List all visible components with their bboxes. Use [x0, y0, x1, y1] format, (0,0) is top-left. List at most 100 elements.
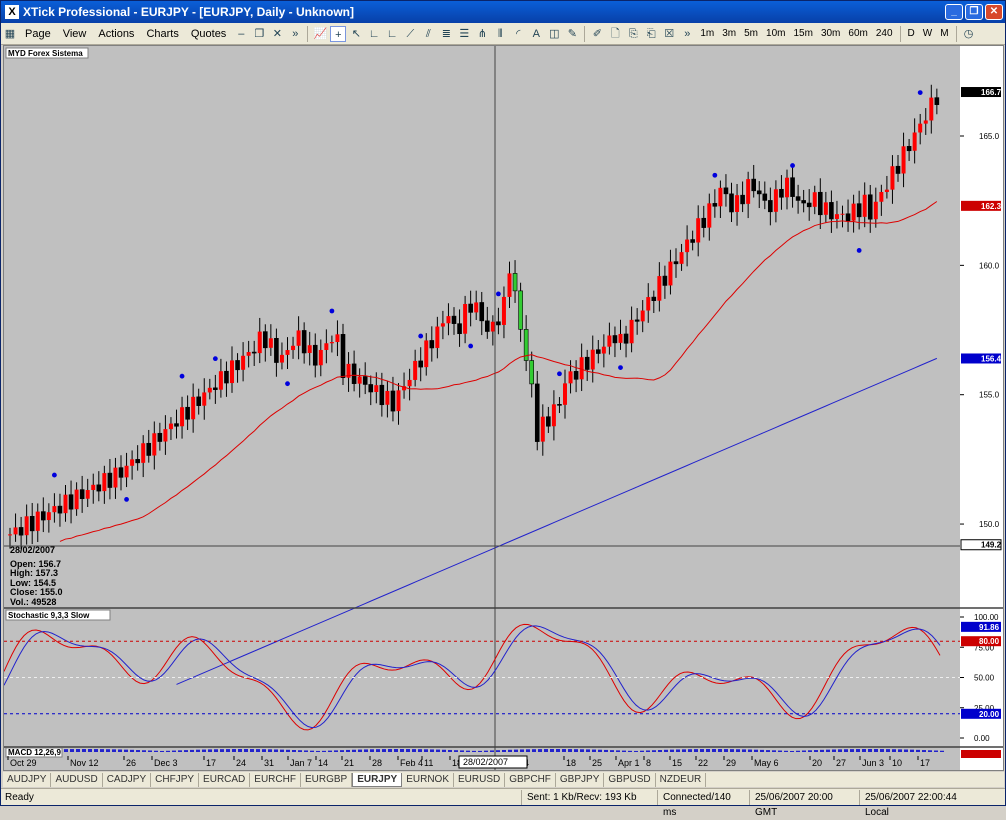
delete-icon[interactable]: ☒ — [661, 26, 677, 42]
candle-body — [579, 357, 584, 380]
restore-icon[interactable]: ❐ — [965, 4, 983, 20]
timeframe-3m[interactable]: 3m — [718, 28, 740, 39]
candle-body — [540, 416, 545, 442]
candle-body — [551, 404, 556, 427]
timezones-icon[interactable]: ⦀ — [492, 26, 508, 42]
status-ready: Ready — [5, 791, 34, 803]
draw-icon[interactable]: ✐ — [589, 26, 605, 42]
copy-chart-icon[interactable]: ⎘ — [625, 26, 641, 42]
child-close-icon[interactable]: ✕ — [269, 26, 285, 42]
symbol-tab-eurusd[interactable]: EURUSD — [454, 772, 506, 787]
timeframe-15m[interactable]: 15m — [789, 28, 816, 39]
horizontal-line-icon[interactable]: ∟ — [366, 26, 382, 42]
timeframe-240[interactable]: 240 — [872, 28, 897, 39]
symbol-tab-eurjpy[interactable]: EURJPY — [352, 772, 403, 787]
signal-marker — [790, 163, 795, 168]
macd-histogram-bar — [598, 749, 602, 752]
more-tools-icon[interactable]: » — [679, 26, 695, 42]
channel-icon[interactable]: ⫽ — [420, 26, 436, 42]
timeframe-60m[interactable]: 60m — [844, 28, 871, 39]
eraser-icon[interactable]: ✎ — [564, 26, 580, 42]
candle-body — [274, 338, 279, 363]
timeframe-daily[interactable]: D — [904, 28, 919, 39]
menu-page[interactable]: Page — [19, 28, 57, 40]
page-icon[interactable]: ▦ — [2, 26, 18, 42]
symbol-tab-eurgbp[interactable]: EURGBP — [301, 772, 353, 787]
symbol-tab-nzdeur[interactable]: NZDEUR — [656, 772, 707, 787]
separator — [899, 25, 901, 42]
timeframe-monthly[interactable]: M — [936, 28, 952, 39]
macd-histogram-bar — [856, 749, 860, 752]
candle-body — [685, 239, 690, 253]
candle-body — [196, 396, 201, 406]
symbol-tab-chfjpy[interactable]: CHFJPY — [151, 772, 200, 787]
new-page-icon[interactable]: 🗋 — [607, 26, 623, 42]
crosshair-icon[interactable]: + — [330, 25, 347, 42]
macd-histogram-bar — [790, 750, 794, 752]
macd-histogram-bar — [268, 749, 272, 752]
candle-body — [224, 370, 229, 384]
menu-quotes[interactable]: Quotes — [185, 28, 232, 40]
candle-body — [779, 188, 784, 198]
symbol-tab-gbpchf[interactable]: GBPCHF — [505, 772, 556, 787]
timeframe-1m[interactable]: 1m — [696, 28, 718, 39]
symbol-tab-eurchf[interactable]: EURCHF — [250, 772, 301, 787]
symbol-tab-gbpusd[interactable]: GBPUSD — [604, 772, 656, 787]
signal-marker — [285, 381, 290, 387]
macd-histogram-bar — [244, 749, 248, 752]
price-chart-svg[interactable]: MYD Forex Sistema 165.0 160.0 155.0 150.0 16… — [3, 46, 1003, 770]
symbol-tab-cadjpy[interactable]: CADJPY — [103, 772, 152, 787]
date-tick-label: 26 — [126, 758, 136, 768]
minimize-icon[interactable]: _ — [945, 4, 963, 20]
menu-view[interactable]: View — [57, 28, 93, 40]
text-icon[interactable]: A — [528, 26, 544, 42]
menu-charts[interactable]: Charts — [140, 28, 184, 40]
candle-body — [912, 132, 917, 151]
symbol-tab-gbpjpy[interactable]: GBPJPY — [556, 772, 605, 787]
macd-histogram-bar — [550, 749, 554, 752]
candle-body — [124, 465, 129, 478]
symbol-tab-eurnok[interactable]: EURNOK — [402, 772, 454, 787]
stochastic-tick-label: 0.00 — [974, 734, 990, 743]
fan-icon[interactable]: ⋔ — [474, 26, 490, 42]
arcs-icon[interactable]: ◜ — [510, 26, 526, 42]
candle-body — [46, 512, 51, 521]
candle-body — [901, 146, 906, 174]
chart-type-icon[interactable]: 📈 — [312, 26, 328, 42]
chart-area[interactable]: MYD Forex Sistema 165.0 160.0 155.0 150.0 16… — [3, 45, 1004, 771]
macd-histogram-bar — [784, 750, 788, 752]
timeframe-30m[interactable]: 30m — [817, 28, 844, 39]
candle-body — [701, 217, 707, 228]
price-tick-label: 160.0 — [979, 261, 1000, 270]
symbol-tab-eurcad[interactable]: EURCAD — [199, 772, 251, 787]
candle-body — [490, 321, 495, 332]
close-icon[interactable]: ✕ — [985, 4, 1003, 20]
more-icon[interactable]: » — [287, 26, 303, 42]
candle-body — [268, 338, 273, 348]
timeframe-10m[interactable]: 10m — [762, 28, 789, 39]
menu-actions[interactable]: Actions — [92, 28, 140, 40]
candle-body — [379, 384, 385, 406]
macd-histogram-bar — [622, 750, 626, 752]
macd-histogram-bar — [196, 749, 200, 752]
status-connection: Connected/140 ms — [657, 789, 749, 818]
macd-histogram-bar — [178, 750, 182, 752]
child-minimize-icon[interactable]: – — [233, 26, 249, 42]
timeframe-weekly[interactable]: W — [919, 28, 936, 39]
macd-histogram-bar — [616, 750, 620, 752]
child-restore-icon[interactable]: ❐ — [251, 26, 267, 42]
paste-chart-icon[interactable]: ⎗ — [643, 26, 659, 42]
fibonacci-icon[interactable]: ≣ — [438, 26, 454, 42]
symbol-tabs: AUDJPY AUDUSD CADJPY CHFJPY EURCAD EURCHF EURG… — [3, 772, 1004, 787]
trend-line-icon[interactable]: ⟋ — [402, 26, 418, 42]
timeframe-5m[interactable]: 5m — [740, 28, 762, 39]
vertical-line-icon[interactable]: ∟ — [384, 26, 400, 42]
pointer-icon[interactable]: ↖ — [348, 26, 364, 42]
ruler-icon[interactable]: ◫ — [546, 26, 562, 42]
fib-levels-icon[interactable]: ☰ — [456, 26, 472, 42]
candle-body — [218, 371, 223, 390]
symbol-tab-audjpy[interactable]: AUDJPY — [3, 772, 52, 787]
candle-body — [246, 352, 251, 356]
clock-icon[interactable]: ◷ — [961, 26, 977, 42]
symbol-tab-audusd[interactable]: AUDUSD — [51, 772, 103, 787]
